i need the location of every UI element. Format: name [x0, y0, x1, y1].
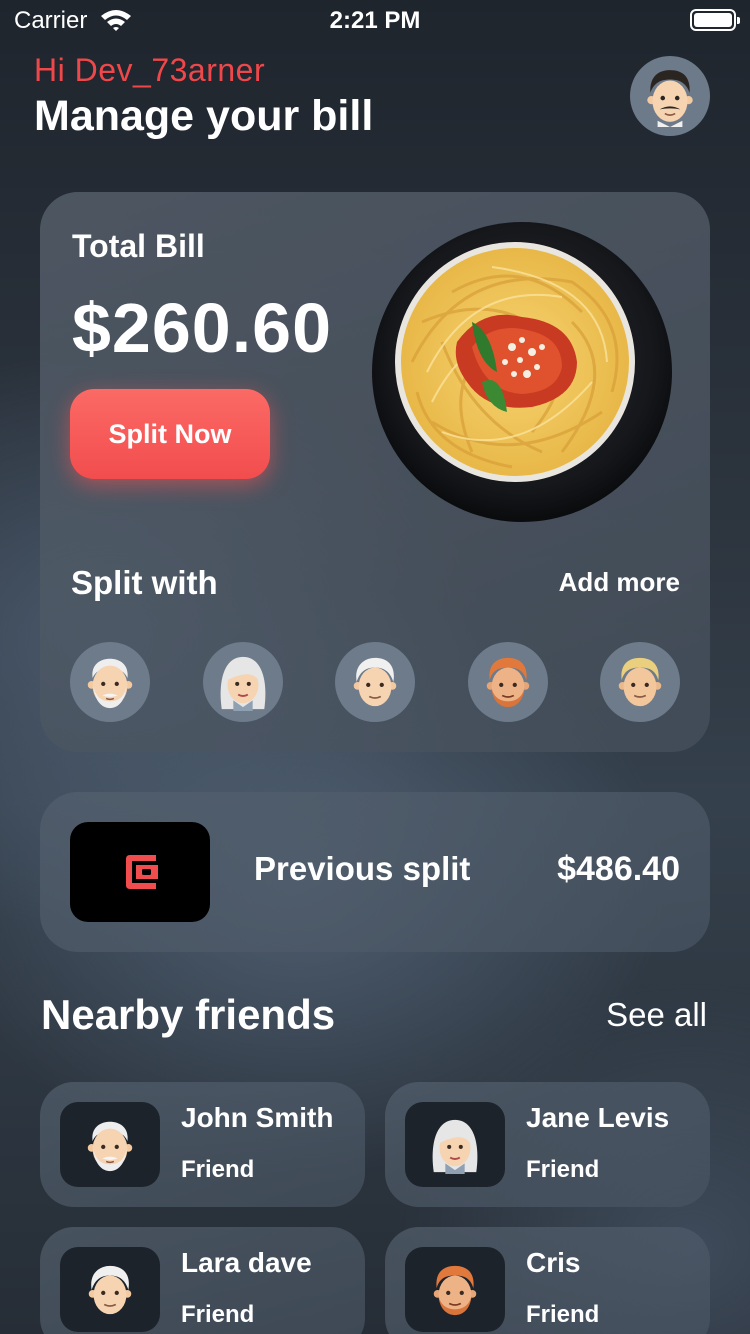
- previous-split-label: Previous split: [254, 850, 471, 887]
- spaghetti-plate-image: [372, 222, 672, 522]
- friend-card[interactable]: Lara dave Friend: [40, 1227, 365, 1334]
- wallet-tile: [70, 822, 210, 922]
- battery-icon: [690, 9, 740, 31]
- friend-name: Lara dave: [181, 1247, 312, 1278]
- friend-name: Jane Levis: [526, 1102, 670, 1133]
- split-avatar-4[interactable]: [467, 642, 548, 722]
- old-woman-avatar-icon: [214, 653, 272, 711]
- total-bill-label: Total Bill: [72, 228, 205, 264]
- friend-role: Friend: [181, 1301, 255, 1328]
- old-woman-avatar-icon: [426, 1116, 484, 1174]
- friend-card[interactable]: Cris Friend: [385, 1227, 710, 1334]
- wallet-icon: [126, 855, 158, 889]
- split-avatar-3[interactable]: [335, 642, 415, 722]
- split-now-button[interactable]: Split Now: [70, 389, 270, 479]
- see-all-link[interactable]: See all: [606, 996, 707, 1034]
- split-avatar-list: [70, 642, 680, 722]
- man-avatar-icon: [639, 65, 701, 127]
- split-avatar-5[interactable]: [600, 642, 680, 722]
- friend-role: Friend: [181, 1156, 255, 1183]
- split-avatar-2[interactable]: [202, 642, 283, 722]
- old-man-avatar-icon: [81, 1116, 139, 1174]
- add-more-link[interactable]: Add more: [559, 567, 680, 598]
- friend-avatar: [60, 1102, 160, 1187]
- redhead-man-avatar-icon: [426, 1261, 484, 1319]
- friend-role: Friend: [526, 1156, 600, 1183]
- friend-avatar: [405, 1247, 505, 1332]
- friend-name: Cris: [526, 1247, 581, 1278]
- clock: 2:21 PM: [329, 7, 421, 34]
- total-bill-amount: $260.60: [72, 289, 333, 367]
- friend-name: John Smith: [181, 1102, 334, 1133]
- greeting-text: Hi Dev_73arner: [34, 52, 266, 88]
- friend-card[interactable]: Jane Levis Friend: [385, 1082, 710, 1207]
- old-person-avatar-icon: [81, 1261, 139, 1319]
- previous-split-amount: $486.40: [557, 850, 680, 888]
- redhead-man-avatar-icon: [479, 653, 537, 711]
- old-person-avatar-icon: [346, 653, 404, 711]
- friend-role: Friend: [526, 1301, 600, 1328]
- old-man-avatar-icon: [81, 653, 139, 711]
- status-bar: Carrier 2:21 PM: [0, 0, 750, 40]
- friend-card[interactable]: John Smith Friend: [40, 1082, 365, 1207]
- blond-person-avatar-icon: [611, 653, 669, 711]
- nearby-friends-title: Nearby friends: [41, 991, 336, 1038]
- page-title: Manage your bill: [34, 92, 374, 140]
- split-avatar-1[interactable]: [70, 642, 150, 722]
- total-bill-card: Total Bill $260.60 Split Now Split with …: [40, 192, 710, 752]
- friend-avatar: [405, 1102, 505, 1187]
- previous-split-card[interactable]: Previous split $486.40: [40, 792, 710, 952]
- split-with-label: Split with: [71, 564, 218, 601]
- friend-avatar: [60, 1247, 160, 1332]
- profile-avatar[interactable]: [630, 56, 710, 136]
